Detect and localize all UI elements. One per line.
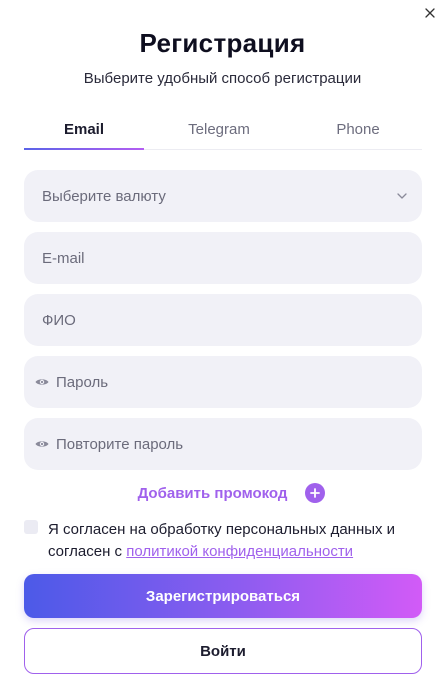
email-field-placeholder: E-mail	[42, 249, 85, 267]
register-button[interactable]: Зарегистрироваться	[24, 574, 422, 618]
consent-text: Я согласен на обработку персональных дан…	[48, 519, 422, 563]
password-field[interactable]: Пароль	[24, 356, 422, 408]
page-title: Регистрация	[139, 28, 306, 58]
repeat-password-field[interactable]: Повторите пароль	[24, 418, 422, 470]
page-subtitle: Выберите удобный способ регистрации	[83, 70, 362, 87]
privacy-policy-link[interactable]: политикой конфиденциальности	[126, 543, 353, 560]
consent-checkbox[interactable]	[24, 520, 38, 534]
add-promocode: Добавить промокод	[0, 483, 445, 503]
tab-email[interactable]: Email	[24, 112, 144, 150]
consent-row: Я согласен на обработку персональных дан…	[24, 519, 422, 563]
add-promocode-link[interactable]: Добавить промокод	[138, 485, 288, 502]
repeat-password-field-placeholder: Повторите пароль	[56, 435, 184, 453]
full-name-field[interactable]: ФИО	[24, 294, 422, 346]
close-icon[interactable]	[423, 6, 437, 20]
currency-select-placeholder: Выберите валюту	[42, 187, 166, 205]
full-name-field-placeholder: ФИО	[42, 311, 76, 329]
tab-telegram[interactable]: Telegram	[144, 112, 294, 149]
tab-phone[interactable]: Phone	[294, 112, 422, 149]
chevron-down-icon	[396, 189, 408, 201]
eye-icon[interactable]	[34, 436, 50, 452]
email-field[interactable]: E-mail	[24, 232, 422, 284]
eye-icon[interactable]	[34, 374, 50, 390]
registration-tabs: Email Telegram Phone	[24, 112, 422, 150]
currency-select[interactable]: Выберите валюту	[24, 170, 422, 222]
plus-icon[interactable]	[305, 483, 326, 503]
password-field-placeholder: Пароль	[56, 373, 109, 391]
login-button[interactable]: Войти	[24, 628, 422, 674]
